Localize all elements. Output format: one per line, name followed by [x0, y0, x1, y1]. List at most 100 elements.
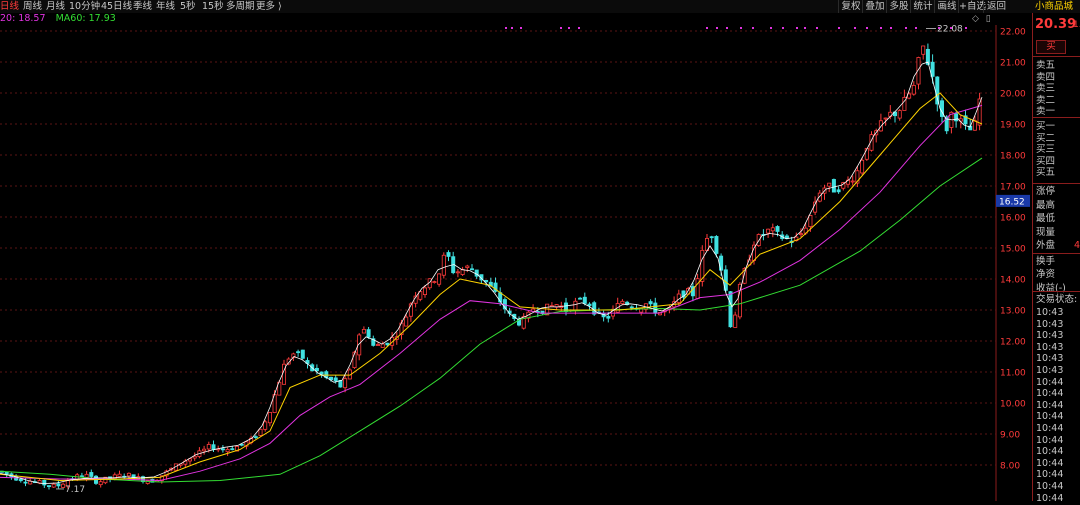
- chart-corner-controls: ◇ ▯: [972, 14, 991, 24]
- candle-body: [422, 287, 427, 296]
- y-tick-label: 20.00: [1000, 90, 1026, 100]
- signal-mark: [752, 27, 754, 29]
- candle-body: [314, 367, 319, 372]
- trade-state-label: 交易状态:: [1036, 294, 1078, 305]
- period-tab-10[interactable]: 更多 ⟩: [256, 0, 282, 13]
- candle-body: [606, 316, 611, 319]
- current-price-tag: 16.52: [999, 197, 1025, 207]
- candle-body: [770, 227, 775, 232]
- candle-body: [573, 300, 578, 311]
- window-icon[interactable]: ▯: [986, 14, 991, 24]
- panel-separator: [1033, 56, 1080, 57]
- y-tick-label: 15.00: [1000, 245, 1026, 255]
- candle-body: [437, 273, 442, 285]
- candle-body: [578, 297, 583, 300]
- tick-time: 10:44: [1036, 492, 1064, 504]
- stat-row-5: 换手: [1036, 255, 1056, 267]
- candle-body: [333, 377, 338, 382]
- signal-mark: [905, 27, 907, 29]
- period-tab-8[interactable]: 15秒: [202, 0, 224, 13]
- ask-level-4: 卖四: [1036, 71, 1056, 83]
- y-tick-label: 17.00: [1000, 183, 1026, 193]
- candle-body: [897, 110, 902, 119]
- toolbar-button-5[interactable]: +自选: [958, 0, 986, 13]
- buy-button[interactable]: 买: [1036, 40, 1066, 54]
- candle-body: [206, 444, 211, 450]
- candle-body: [850, 180, 855, 183]
- candle-body: [911, 85, 916, 95]
- toolbar-button-3[interactable]: 统计: [910, 0, 935, 13]
- diamond-icon[interactable]: ◇: [972, 14, 979, 24]
- y-tick-label: 19.00: [1000, 121, 1026, 131]
- candle-body: [343, 378, 348, 389]
- toolbar-button-0[interactable]: 复权: [838, 0, 863, 13]
- period-tab-1[interactable]: 周线: [23, 0, 42, 13]
- period-tab-0[interactable]: 日线: [0, 0, 19, 13]
- toolbar-button-1[interactable]: 叠加: [862, 0, 887, 13]
- period-tab-4[interactable]: 45日线: [101, 0, 132, 13]
- candle-body: [84, 473, 89, 478]
- signal-mark: [796, 27, 798, 29]
- candle-body: [629, 306, 634, 309]
- candle-body: [808, 215, 813, 228]
- quote-panel: 小商品城 20.39 1. 买 卖五卖四卖三卖二卖一买一买二买三买四买五涨停最高…: [1032, 1, 1080, 504]
- period-toolbar: 日线 周线 月线 10分钟 45日线 季线 年线 5秒 15秒 多周期 更多 ⟩ 复权 叠加 多股 统计 画线…: [0, 0, 1080, 13]
- candle-body: [56, 483, 61, 487]
- period-tab-6[interactable]: 年线: [156, 0, 175, 13]
- period-tab-7[interactable]: 5秒: [180, 0, 196, 13]
- signal-mark: [866, 27, 868, 29]
- candle-body: [921, 45, 926, 55]
- candle-body: [296, 351, 301, 354]
- panel-separator: [1033, 291, 1080, 292]
- candle-body: [446, 252, 451, 257]
- kline-chart[interactable]: 22.00 21.00 20.00 19.00 18.00 17.00 16.00 15.00…: [0, 25, 1032, 501]
- signal-mark: [578, 27, 580, 29]
- outer-volume-value: 4: [1073, 240, 1080, 251]
- candle-body: [89, 472, 94, 477]
- candle-body: [695, 278, 700, 299]
- ask-level-2: 卖二: [1036, 94, 1056, 106]
- candle-body: [737, 283, 742, 318]
- tick-time: 10:43: [1036, 318, 1064, 330]
- tick-time: 10:43: [1036, 330, 1064, 342]
- candle-body: [831, 179, 836, 193]
- candle-body: [230, 448, 235, 451]
- signal-mark: [740, 27, 742, 29]
- ma20-legend: 20: 18.57: [0, 13, 46, 24]
- period-tab-2[interactable]: 月线: [46, 0, 65, 13]
- candle-body: [714, 236, 719, 254]
- period-tab-9[interactable]: 多周期: [226, 0, 255, 13]
- toolbar-button-6[interactable]: 返回: [983, 0, 1009, 13]
- candle-body: [954, 113, 959, 122]
- candle-body: [836, 189, 841, 193]
- ask-level-5: 卖五: [1036, 60, 1056, 71]
- candle-body: [117, 473, 122, 477]
- y-tick-label: 21.00: [1000, 59, 1026, 69]
- toolbar-button-2[interactable]: 多股: [886, 0, 911, 13]
- signal-mark: [890, 27, 892, 29]
- tick-time: 10:44: [1036, 388, 1064, 400]
- candle-body: [126, 472, 131, 477]
- signal-mark: [915, 27, 917, 29]
- candle-body: [860, 159, 865, 174]
- bid-level-5: 买五: [1036, 167, 1056, 179]
- signal-mark: [716, 27, 718, 29]
- period-tab-5[interactable]: 季线: [133, 0, 152, 13]
- toolbar-button-4[interactable]: 画线: [934, 0, 959, 13]
- ma10-line: [0, 92, 983, 482]
- candle-body: [465, 265, 470, 268]
- ma20-line: [0, 104, 983, 482]
- signal-mark: [770, 27, 772, 29]
- stat-row-7: 收益(-): [1036, 282, 1066, 294]
- candle-body: [620, 300, 625, 305]
- candle-body: [220, 448, 225, 451]
- candle-body: [47, 485, 52, 488]
- candle-body: [648, 301, 653, 305]
- candle-body: [366, 329, 371, 338]
- stock-name[interactable]: 小商品城: [1035, 0, 1073, 13]
- candle-body: [98, 481, 103, 486]
- period-tab-3[interactable]: 10分钟: [69, 0, 100, 13]
- candle-body: [883, 117, 888, 120]
- tick-time: 10:44: [1036, 446, 1064, 458]
- candle-body: [361, 328, 366, 334]
